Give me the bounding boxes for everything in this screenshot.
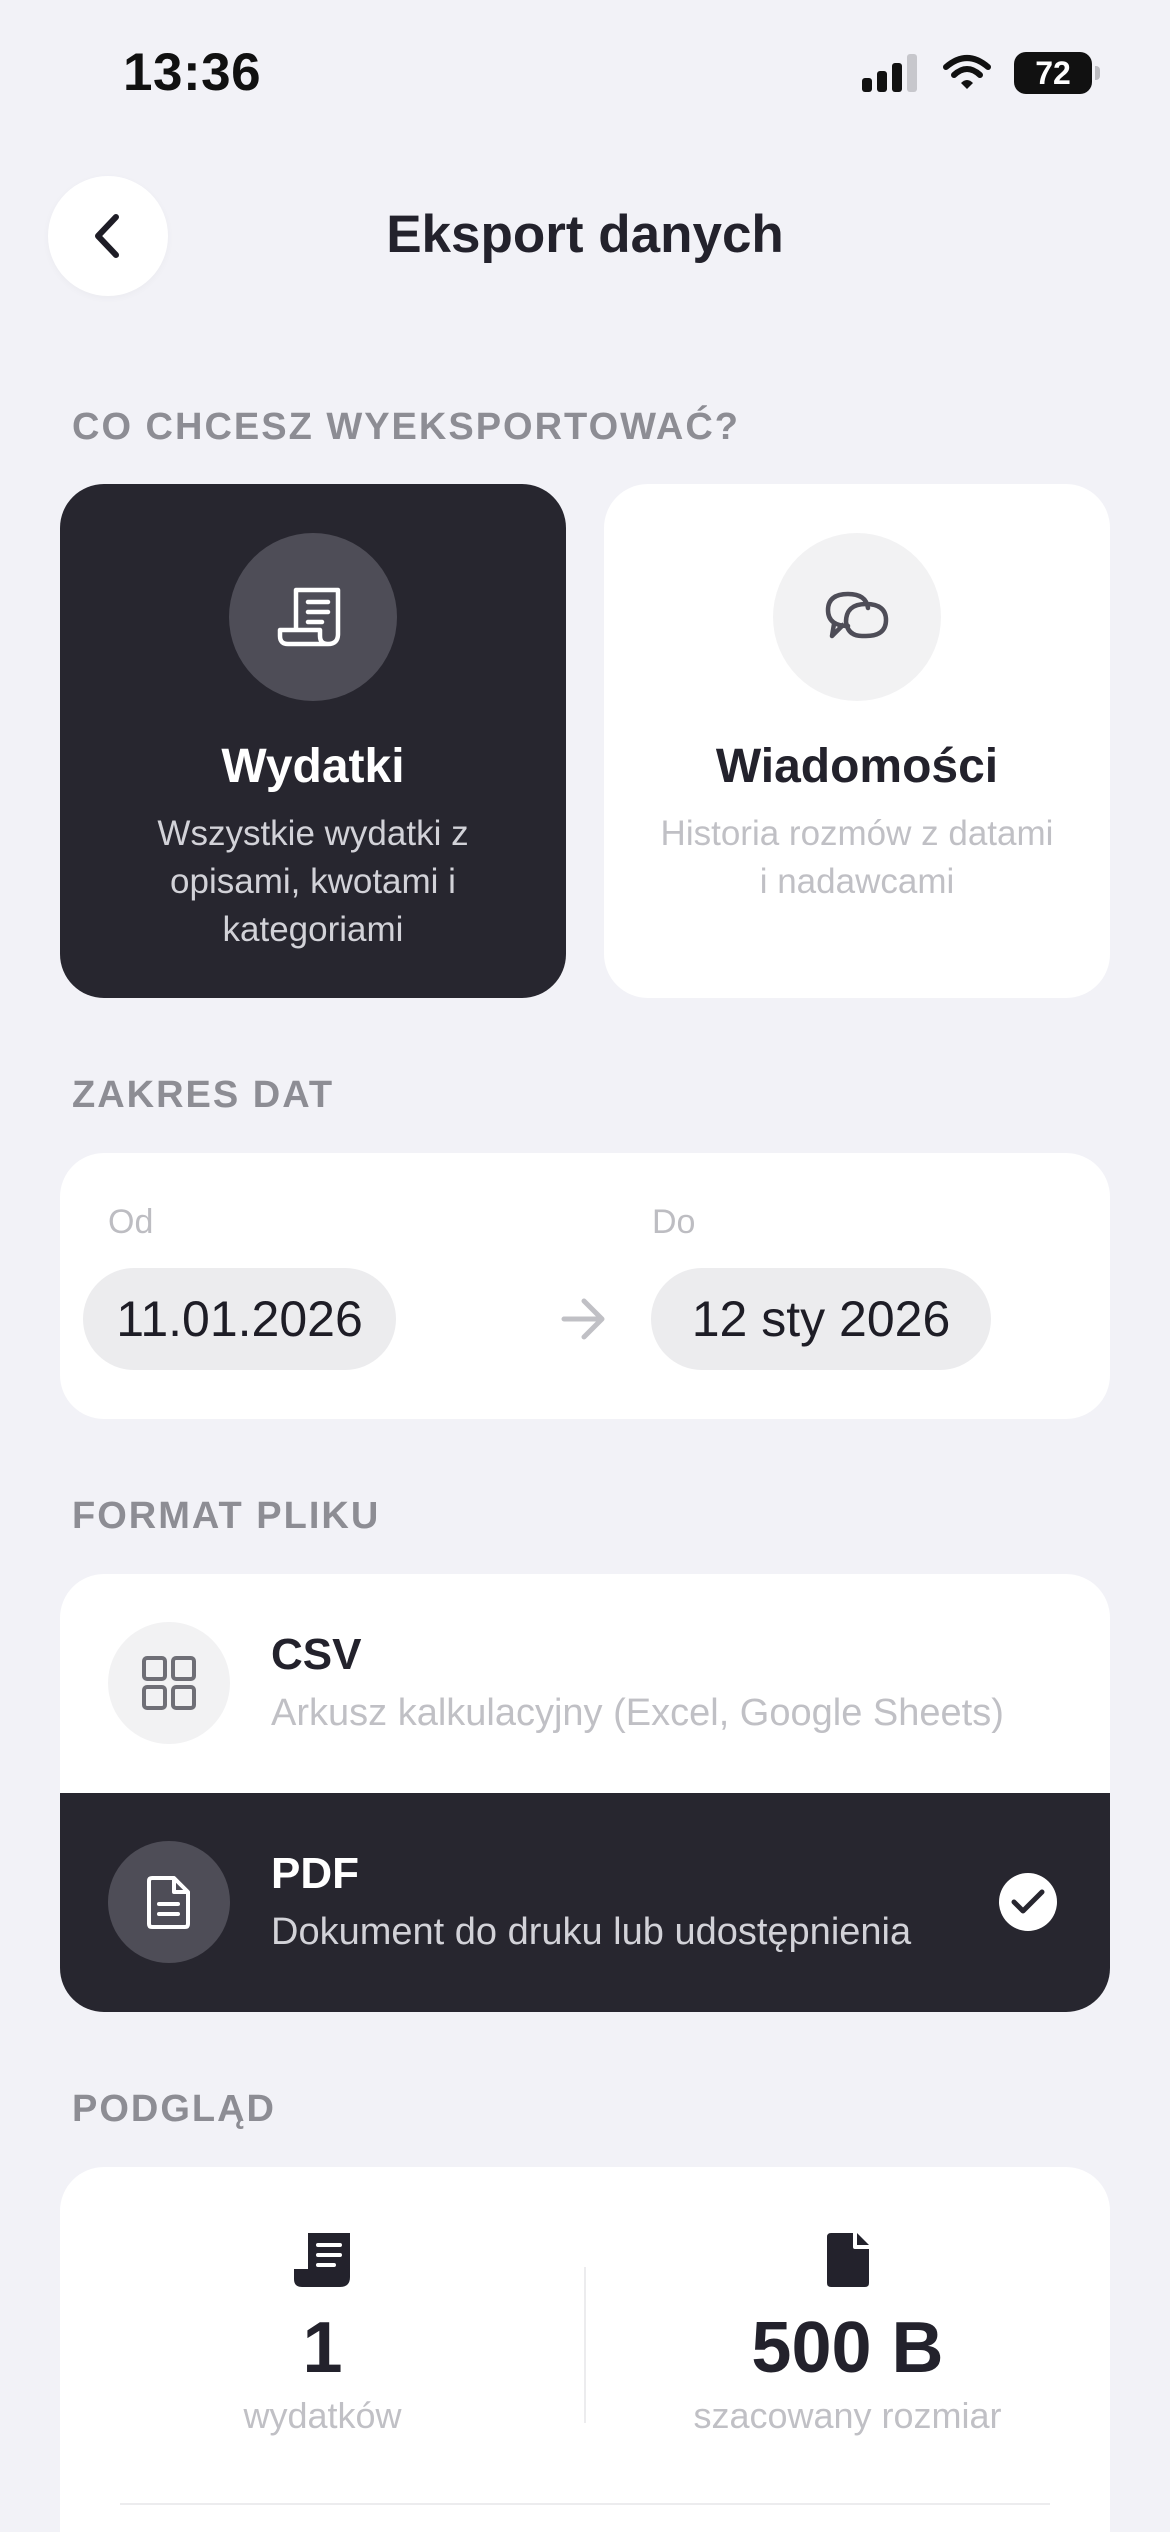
section-label-date-range: ZAKRES DAT — [72, 1074, 335, 1116]
date-from-label: Od — [108, 1203, 154, 1241]
checkmark-icon — [1011, 1889, 1045, 1914]
page-title: Eksport danych — [386, 205, 784, 264]
export-type-expenses[interactable]: Wydatki Wszystkie wydatki z opisami, kwo… — [60, 484, 566, 998]
file-icon — [826, 2233, 869, 2287]
format-description: Dokument do druku lub udostępnienia — [271, 1911, 912, 1953]
section-label-preview: PODGLĄD — [72, 2088, 276, 2130]
format-option-pdf[interactable]: PDF Dokument do druku lub udostępnienia — [60, 1793, 1110, 2012]
preview-count: 1 wydatków — [60, 2167, 585, 2437]
cellular-signal-icon — [862, 54, 917, 92]
section-label-export-type: CO CHCESZ WYEKSPORTOWAĆ? — [72, 406, 740, 448]
battery-level: 72 — [1035, 54, 1071, 91]
status-time: 13:36 — [123, 43, 262, 102]
preview-size-label: szacowany rozmiar — [693, 2395, 1002, 2436]
date-to-picker[interactable]: 12 sty 2026 — [651, 1268, 991, 1370]
battery-indicator: 72 — [1014, 52, 1100, 94]
arrow-right-icon — [561, 1298, 605, 1340]
preview-size: 500 B szacowany rozmiar — [585, 2167, 1110, 2437]
export-type-messages[interactable]: Wiadomości Historia rozmów z datami i na… — [604, 484, 1110, 998]
export-type-description: Historia rozmów z datami i nadawcami — [660, 814, 1054, 901]
date-range-card: Od 11.01.2026 Do 12 sty 2026 — [60, 1153, 1110, 1419]
preview-count-value: 1 — [302, 2308, 343, 2388]
format-card: CSV Arkusz kalkulacyjny (Excel, Google S… — [60, 1574, 1110, 2012]
format-title: CSV — [271, 1630, 362, 1679]
export-type-title: Wydatki — [221, 740, 405, 793]
export-type-description: Wszystkie wydatki z opisami, kwotami i k… — [157, 814, 469, 949]
section-label-file-format: FORMAT PLIKU — [72, 1495, 381, 1537]
wifi-icon — [943, 55, 991, 89]
format-option-csv[interactable]: CSV Arkusz kalkulacyjny (Excel, Google S… — [60, 1574, 1110, 1793]
grid-icon — [142, 1656, 196, 1710]
format-icon-circle — [108, 1841, 230, 1963]
messages-icon-circle — [773, 533, 941, 701]
receipt-icon — [277, 587, 341, 647]
date-to-label: Do — [652, 1203, 696, 1241]
preview-size-value: 500 B — [751, 2308, 944, 2388]
chat-bubbles-icon — [825, 591, 889, 639]
format-icon-circle — [108, 1622, 230, 1744]
date-from-picker[interactable]: 11.01.2026 — [83, 1268, 396, 1370]
preview-card: 1 wydatków 500 B szacowany rozmiar — [60, 2167, 1110, 2532]
format-description: Arkusz kalkulacyjny (Excel, Google Sheet… — [271, 1692, 1004, 1734]
status-icons: 72 — [862, 52, 1100, 94]
expenses-icon-circle — [229, 533, 397, 701]
document-icon — [147, 1876, 190, 1929]
preview-separator — [120, 2503, 1050, 2505]
format-title: PDF — [271, 1849, 359, 1898]
preview-count-label: wydatków — [243, 2395, 402, 2436]
selected-check — [999, 1873, 1057, 1931]
receipt-icon — [293, 2233, 350, 2287]
export-type-title: Wiadomości — [715, 740, 999, 793]
